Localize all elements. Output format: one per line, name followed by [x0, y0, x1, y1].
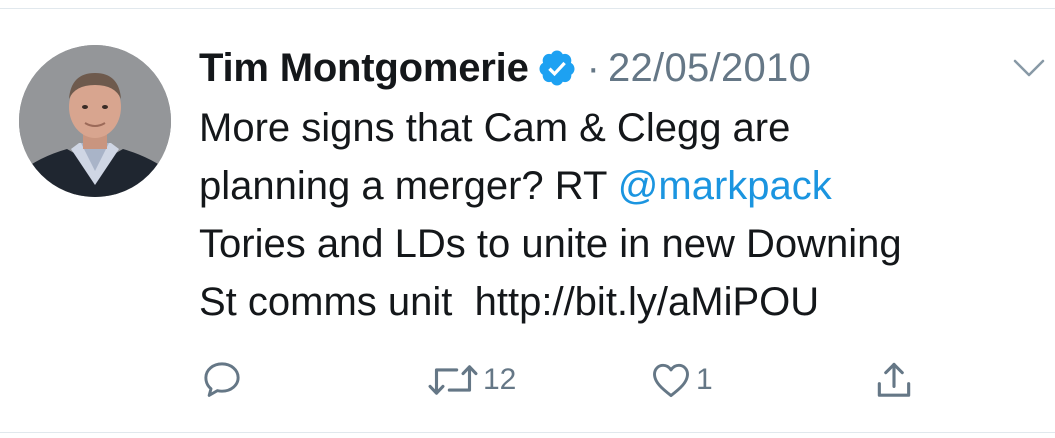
- tweet-date[interactable]: 22/05/2010: [608, 46, 811, 91]
- like-button[interactable]: 1: [648, 352, 713, 408]
- bottom-divider: [0, 432, 1055, 433]
- tweet-text: More signs that Cam & Clegg are planning…: [199, 99, 1039, 331]
- speech-bubble-icon: [204, 362, 240, 397]
- top-divider: [0, 8, 1055, 9]
- mention-link[interactable]: @markpack: [618, 164, 832, 208]
- tweet-text-line: planning a merger? RT @markpack: [199, 157, 1039, 215]
- tweet-text-line: St comms unit http://bit.ly/aMiPOU: [199, 280, 820, 324]
- retweet-arrows-icon: [428, 365, 478, 395]
- chevron-down-icon[interactable]: [1012, 56, 1046, 80]
- heart-icon: [653, 363, 689, 398]
- separator-dot: ·: [586, 45, 600, 90]
- tweet-text-line: Tories and LDs to unite in new Downing: [199, 222, 902, 266]
- reply-button[interactable]: [200, 352, 244, 408]
- like-count: 1: [696, 363, 713, 396]
- retweet-count: 12: [483, 363, 517, 396]
- share-upload-icon: [877, 362, 911, 397]
- tweet-text-line: More signs that Cam & Clegg are: [199, 106, 791, 150]
- author-name[interactable]: Tim Montgomerie: [199, 46, 529, 91]
- avatar[interactable]: [19, 45, 171, 197]
- tweet-actions: 12 1: [0, 352, 1055, 408]
- tweet-header: Tim Montgomerie · 22/05/2010: [199, 42, 811, 94]
- retweet-button[interactable]: 12: [425, 352, 516, 408]
- verified-badge-icon: [537, 48, 577, 88]
- share-button[interactable]: [872, 352, 916, 408]
- tweet-text-segment: planning a merger? RT: [199, 164, 618, 208]
